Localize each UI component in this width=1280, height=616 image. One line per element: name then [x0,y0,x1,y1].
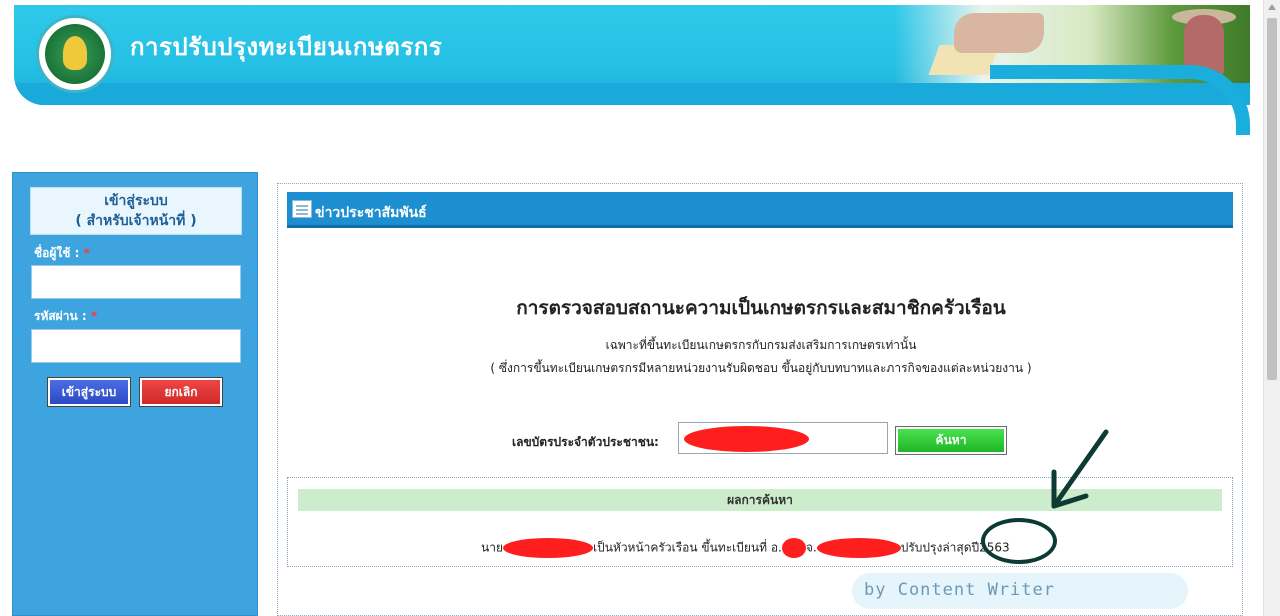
scroll-up-icon[interactable] [1268,4,1276,10]
login-subtitle: ( สำหรับเจ้าหน้าที่ ) [75,213,197,229]
annotation-arrow-icon [1051,429,1109,509]
status-check-subtitle: เฉพาะที่ขึ้นทะเบียนเกษตรกรกับกรมส่งเสริม… [605,338,917,352]
news-title: ข่าวประชาสัมพันธ์ [315,205,427,221]
department-logo-icon[interactable] [36,15,114,93]
main-content: ข่าวประชาสัมพันธ์ การตรวจสอบสถานะความเป็… [277,183,1243,616]
header-photo-hand [954,13,1044,53]
logo-emblem [45,24,105,84]
password-label-text: รหัสผ่าน : [34,309,87,323]
redaction-mark [684,426,809,452]
username-label-text: ชื่อผู้ใช้ : [34,246,80,260]
newspaper-icon [292,200,312,218]
username-label: ชื่อผู้ใช้ : * [34,244,90,263]
result-text: นาย เป็นหัวหน้าครัวเรือน ขึ้นทะเบียนที่ อ… [481,538,1010,558]
search-button[interactable]: ค้นหา [895,426,1007,455]
redaction-mark [502,538,593,558]
result-province-text: จ. [805,540,817,555]
redaction-mark [781,538,806,558]
news-header-bar: ข่าวประชาสัมพันธ์ [287,192,1233,228]
scrollbar-thumb[interactable] [1267,18,1277,380]
site-header: การปรับปรุงทะเบียนเกษตรกร [14,5,1250,135]
password-label: รหัสผ่าน : * [34,307,97,326]
username-required-mark: * [83,246,90,260]
username-input[interactable] [31,265,241,299]
header-curl [990,65,1250,135]
login-heading: เข้าสู่ระบบ ( สำหรับเจ้าหน้าที่ ) [30,187,242,235]
status-check-note: ( ซึ่งการขึ้นทะเบียนเกษตรกรมีหลายหน่วยงา… [490,361,1032,375]
citizen-id-label: เลขบัตรประจำตัวประชาชน: [512,435,659,449]
citizen-id-input[interactable] [678,422,888,454]
cancel-button[interactable]: ยกเลิก [139,377,223,407]
status-check-title: การตรวจสอบสถานะความเป็นเกษตรกรและสมาชิกค… [516,297,1006,319]
login-button[interactable]: เข้าสู่ระบบ [47,377,131,407]
password-input[interactable] [31,329,241,363]
login-panel: เข้าสู่ระบบ ( สำหรับเจ้าหน้าที่ ) ชื่อผู… [12,172,258,616]
watermark: by Content Writer postjung.com [852,573,1188,616]
result-prefix: นาย [481,540,503,555]
annotation-circle [981,518,1057,564]
result-household-text: เป็นหัวหน้าครัวเรือน ขึ้นทะเบียนที่ อ. [592,540,782,555]
redaction-mark [816,538,901,558]
password-required-mark: * [90,309,98,323]
site-title: การปรับปรุงทะเบียนเกษตรกร [130,33,443,61]
login-title: เข้าสู่ระบบ [104,193,168,209]
page-scrollbar[interactable] [1263,0,1280,616]
